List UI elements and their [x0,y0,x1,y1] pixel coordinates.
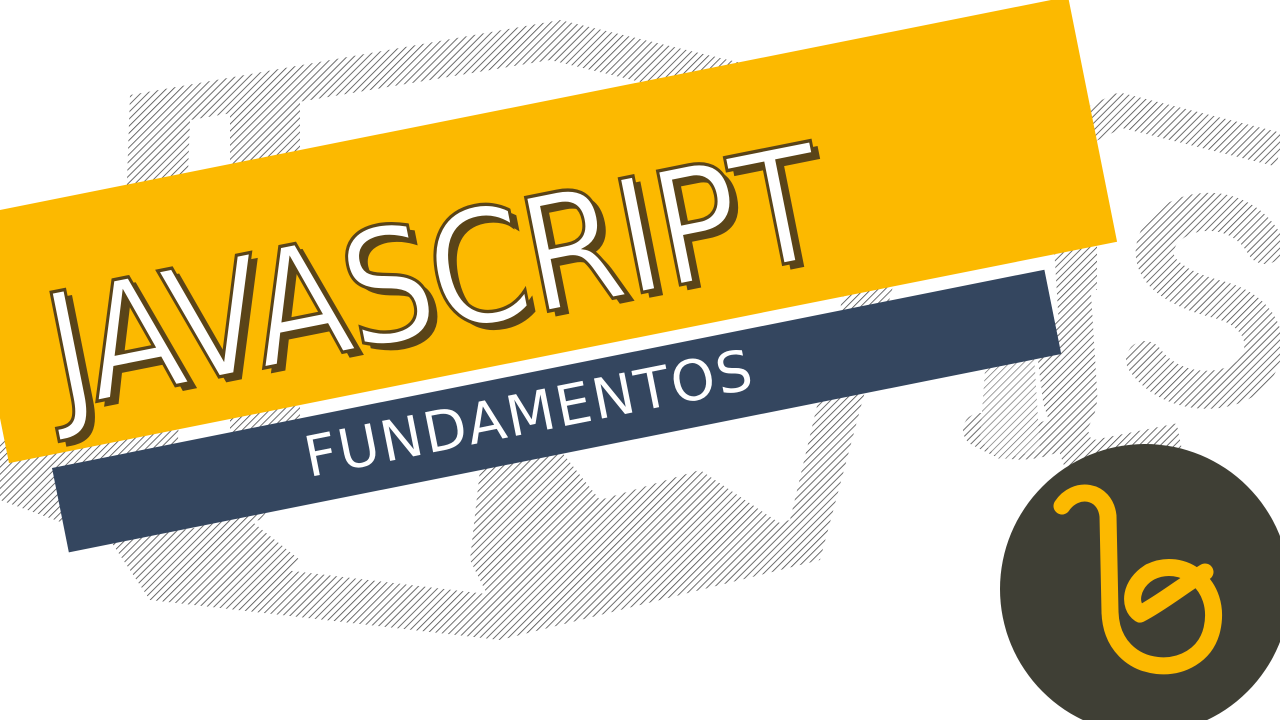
thumbnail-canvas: JAVASCRIPT FUNDAMENTOS [0,0,1280,720]
b-brand-logo-icon [1000,444,1280,720]
